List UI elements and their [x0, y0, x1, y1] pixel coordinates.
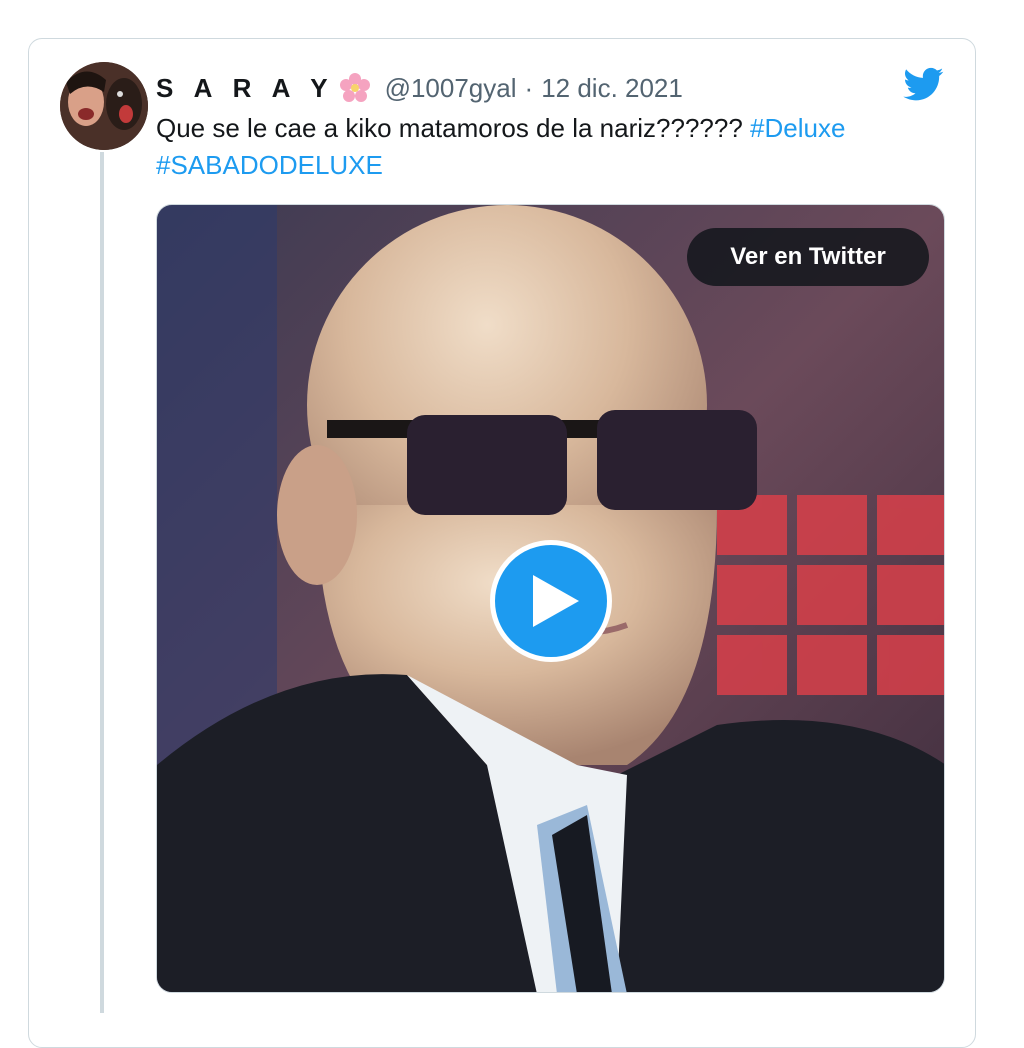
view-on-twitter-button[interactable]: Ver en Twitter — [687, 228, 929, 286]
author-handle[interactable]: @1007gyal — [385, 73, 517, 104]
avatar-image — [60, 62, 148, 150]
play-icon — [533, 575, 579, 627]
thread-line — [100, 152, 104, 1013]
tweet-header: S A R A Y @1007gyal · 12 dic. 2021 — [156, 70, 683, 106]
author-name[interactable]: S A R A Y — [156, 73, 335, 104]
meta-separator: · — [524, 72, 534, 103]
tweet-body: Que se le cae a kiko matamoros de la nar… — [156, 113, 743, 143]
play-button[interactable] — [490, 540, 612, 662]
cherry-blossom-icon — [339, 73, 370, 102]
twitter-bird-icon[interactable] — [902, 64, 946, 104]
tweet-date[interactable]: 12 dic. 2021 — [541, 73, 683, 104]
author-avatar[interactable] — [60, 62, 148, 150]
hashtag-link[interactable]: #SABADODELUXE — [156, 150, 383, 180]
hashtag-link[interactable]: #Deluxe — [750, 113, 845, 143]
tweet-text: Que se le cae a kiko matamoros de la nar… — [156, 110, 916, 184]
